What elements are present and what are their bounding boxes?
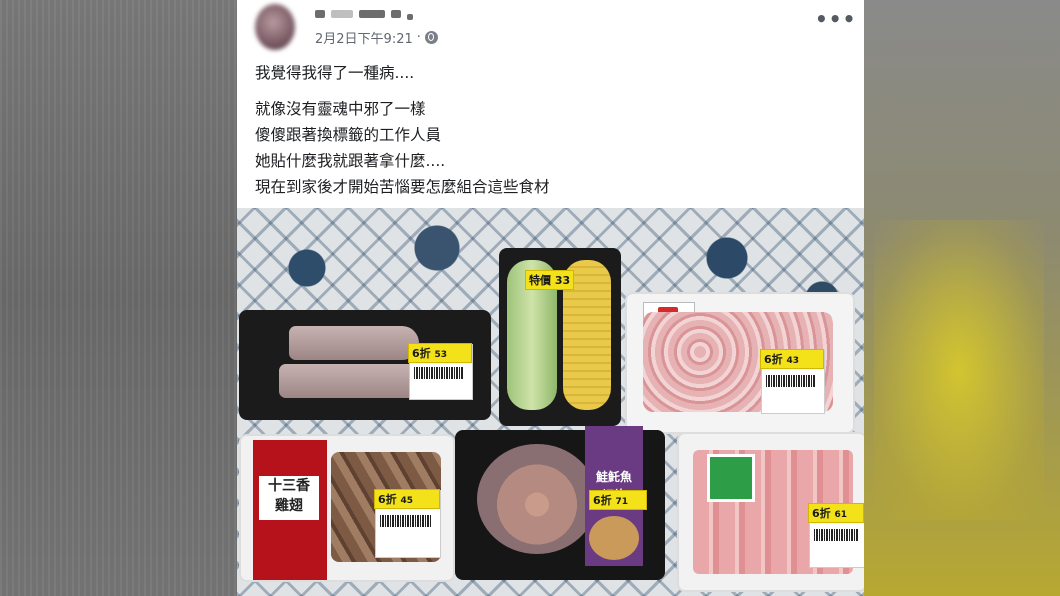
- pork-loin-tray: 6折 61: [677, 432, 864, 592]
- discount-label: 6折 61: [808, 503, 864, 523]
- blurred-background-right: [864, 0, 1060, 596]
- discount-label: 6折 71: [589, 490, 647, 510]
- price-sticker: 6折 43: [760, 349, 825, 414]
- post-meta: 2月2日下午9:21 ·: [315, 28, 438, 47]
- discount-label: 6折 43: [760, 349, 824, 369]
- fish-tray: 鮭魠魚切片 6折 71: [455, 426, 665, 580]
- message-line: 她貼什麼我就跟著拿什麼....: [255, 152, 446, 170]
- blurred-background-left: [0, 0, 237, 596]
- discount-label: 6折 45: [374, 489, 440, 509]
- wing-package: 十三香 雞翅: [253, 440, 327, 580]
- special-price-label: 特價 33: [525, 270, 575, 290]
- discount-label: 6折 53: [408, 343, 472, 363]
- message-line: 現在到家後才開始苦惱要怎麼組合這些食材: [255, 178, 550, 196]
- price-sticker: 6折 45: [374, 489, 441, 558]
- message-line: 我覺得我得了一種病....: [255, 64, 415, 82]
- squid-tray: 6折 53: [239, 310, 491, 420]
- globe-icon: [424, 31, 438, 44]
- corn-tray: 特價 33: [499, 248, 621, 426]
- message-line: 就像沒有靈魂中邪了一樣: [255, 100, 426, 118]
- green-brand-tag: [707, 454, 755, 502]
- price-sticker: 6折 53: [408, 343, 473, 400]
- message-line: 傻傻跟著換標籤的工作人員: [255, 126, 442, 144]
- username-redacted[interactable]: [315, 6, 415, 20]
- wing-package-title: 十三香 雞翅: [259, 476, 319, 520]
- chicken-wing-tray: 十三香 雞翅 6折 45: [239, 434, 455, 582]
- post-timestamp[interactable]: 2月2日下午9:21: [315, 28, 413, 47]
- post-message: 我覺得我得了一種病.... 就像沒有靈魂中邪了一樣 傻傻跟著換標籤的工作人員 她…: [255, 60, 550, 200]
- facebook-post: 2月2日下午9:21 · ••• 我覺得我得了一種病.... 就像沒有靈魂中邪了…: [237, 0, 864, 596]
- price-sticker: 6折 61: [808, 503, 864, 568]
- post-photo[interactable]: 6折 53 特價 33 6折 43 十三香 雞翅 6折 45 鮭魠魚 6折 71…: [237, 208, 864, 596]
- meta-separator: ·: [416, 30, 421, 45]
- avatar[interactable]: [255, 4, 295, 50]
- more-options-icon[interactable]: •••: [815, 9, 856, 29]
- pork-tray: 6折 43: [625, 292, 855, 434]
